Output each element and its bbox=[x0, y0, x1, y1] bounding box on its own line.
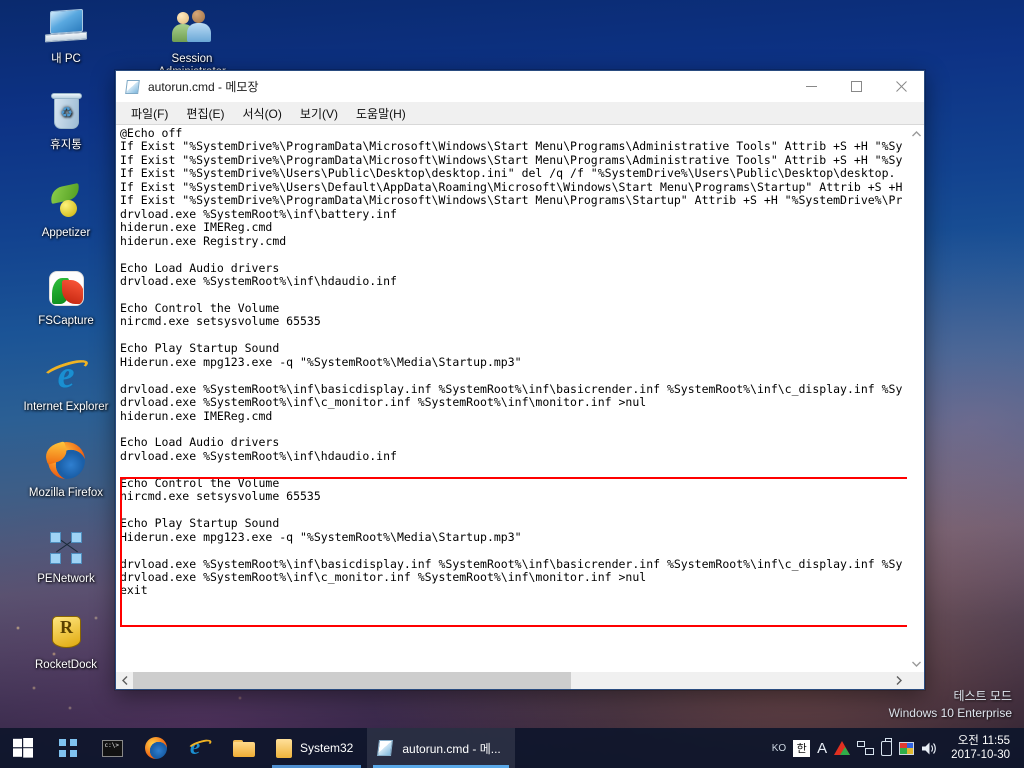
desktop-icon-rocketdock[interactable]: R RocketDock bbox=[18, 612, 114, 672]
firefox-icon bbox=[42, 440, 90, 484]
desktop-icon-session-administrator[interactable]: Session Administrator bbox=[144, 6, 240, 79]
horizontal-scrollbar-track[interactable] bbox=[133, 672, 890, 689]
appetizer-icon bbox=[42, 180, 90, 224]
desktop-icon-recycle-bin[interactable]: ♻ 휴지통 bbox=[18, 92, 114, 152]
tray-ime-alpha[interactable]: A bbox=[817, 740, 827, 757]
task-view-icon[interactable] bbox=[46, 728, 90, 768]
desktop-icon-label: Appetizer bbox=[41, 227, 91, 239]
scroll-down-button[interactable] bbox=[908, 655, 924, 672]
start-button[interactable] bbox=[0, 728, 46, 768]
maximize-button[interactable] bbox=[834, 71, 879, 102]
recycle-bin-icon: ♻ bbox=[42, 92, 90, 136]
computer-icon bbox=[42, 6, 90, 50]
usb-safely-remove-icon[interactable] bbox=[881, 737, 893, 756]
desktop-icon-fscapture[interactable]: FSCapture bbox=[18, 268, 114, 328]
desktop-icon-label: 내 PC bbox=[51, 53, 81, 65]
firefox-icon[interactable] bbox=[134, 728, 178, 768]
taskbar-clock[interactable]: 오전 11:55 2017-10-30 bbox=[945, 734, 1018, 762]
network-icon bbox=[42, 526, 90, 570]
tray-language-label[interactable]: KO bbox=[772, 743, 786, 754]
internet-explorer-icon: e bbox=[42, 354, 90, 398]
notepad-icon bbox=[125, 79, 141, 95]
color-profile-icon[interactable] bbox=[899, 741, 915, 755]
rocketdock-icon: R bbox=[42, 612, 90, 656]
resize-grip[interactable] bbox=[907, 672, 924, 689]
users-icon bbox=[168, 6, 216, 50]
notepad-titlebar[interactable]: autorun.cmd - 메모장 bbox=[116, 71, 924, 102]
notepad-text-content[interactable]: @Echo off If Exist "%SystemDrive%\Progra… bbox=[120, 126, 907, 598]
fscapture-icon bbox=[42, 268, 90, 312]
close-button[interactable] bbox=[879, 71, 924, 102]
scroll-right-button[interactable] bbox=[890, 672, 907, 689]
menu-file[interactable]: 파일(F) bbox=[122, 103, 177, 124]
desktop-icon-mozilla-firefox[interactable]: Mozilla Firefox bbox=[18, 440, 114, 500]
desktop[interactable]: 내 PC Session Administrator ♻ 휴지통 Appetiz… bbox=[0, 0, 1024, 768]
desktop-icon-label: FSCapture bbox=[38, 315, 94, 327]
horizontal-scrollbar[interactable] bbox=[116, 672, 924, 689]
menu-format[interactable]: 서식(O) bbox=[233, 103, 290, 124]
menu-help[interactable]: 도움말(H) bbox=[347, 103, 415, 124]
notepad-text-viewport[interactable]: @Echo off If Exist "%SystemDrive%\Progra… bbox=[116, 125, 907, 672]
watermark-line-2: Windows 10 Enterprise bbox=[888, 706, 1012, 720]
notepad-editor-area[interactable]: @Echo off If Exist "%SystemDrive%\Progra… bbox=[116, 124, 924, 689]
notepad-title: autorun.cmd - 메모장 bbox=[148, 80, 259, 94]
taskbar-task-system32[interactable]: System32 bbox=[266, 728, 367, 768]
watermark-line-1: 테스트 모드 bbox=[953, 689, 1012, 703]
command-prompt-icon[interactable] bbox=[90, 728, 134, 768]
clock-time: 오전 11:55 bbox=[957, 735, 1010, 747]
menu-view[interactable]: 보기(V) bbox=[291, 103, 347, 124]
horizontal-scrollbar-thumb[interactable] bbox=[133, 672, 571, 689]
minimize-button[interactable] bbox=[789, 71, 834, 102]
system-tray[interactable]: KO 한 A 오전 11:55 2017-10-30 bbox=[772, 728, 1024, 768]
taskbar-task-label: autorun.cmd - 메... bbox=[402, 741, 501, 756]
desktop-icon-label: RocketDock bbox=[35, 659, 97, 671]
vertical-scrollbar-track[interactable] bbox=[908, 142, 924, 655]
desktop-icon-my-pc[interactable]: 내 PC bbox=[18, 6, 114, 66]
folder-icon bbox=[276, 738, 292, 758]
scroll-up-button[interactable] bbox=[908, 125, 924, 142]
volume-icon[interactable] bbox=[921, 741, 938, 756]
taskbar-task-label: System32 bbox=[300, 741, 354, 755]
test-mode-watermark: 테스트 모드 Windows 10 Enterprise bbox=[889, 688, 1012, 722]
taskbar-task-autorun-cmd[interactable]: autorun.cmd - 메... bbox=[367, 728, 515, 768]
network-icon[interactable] bbox=[857, 741, 875, 755]
scroll-left-button[interactable] bbox=[116, 672, 133, 689]
taskbar[interactable]: e System32 autorun.cmd - 메... KO 한 A bbox=[0, 728, 1024, 768]
desktop-icon-penetwork[interactable]: PENetwork bbox=[18, 526, 114, 586]
desktop-icon-appetizer[interactable]: Appetizer bbox=[18, 180, 114, 240]
notepad-menubar[interactable]: 파일(F) 편집(E) 서식(O) 보기(V) 도움말(H) bbox=[116, 102, 924, 124]
desktop-icon-label: PENetwork bbox=[37, 573, 95, 585]
clock-date: 2017-10-30 bbox=[951, 749, 1010, 761]
file-explorer-icon[interactable] bbox=[222, 728, 266, 768]
desktop-icon-label: Internet Explorer bbox=[23, 401, 109, 413]
desktop-icon-label: Mozilla Firefox bbox=[28, 487, 104, 499]
desktop-icon-label: 휴지통 bbox=[50, 139, 82, 151]
ahnlab-icon[interactable] bbox=[834, 741, 851, 755]
internet-explorer-icon[interactable]: e bbox=[178, 728, 222, 768]
vertical-scrollbar[interactable] bbox=[907, 125, 924, 672]
tray-ime-mode[interactable]: 한 bbox=[793, 739, 811, 757]
notepad-window[interactable]: autorun.cmd - 메모장 파일(F) 편집(E) 서식(O) 보기(V… bbox=[115, 70, 925, 690]
menu-edit[interactable]: 편집(E) bbox=[177, 103, 233, 124]
desktop-icon-internet-explorer[interactable]: e Internet Explorer bbox=[18, 354, 114, 414]
notepad-icon bbox=[377, 739, 394, 757]
